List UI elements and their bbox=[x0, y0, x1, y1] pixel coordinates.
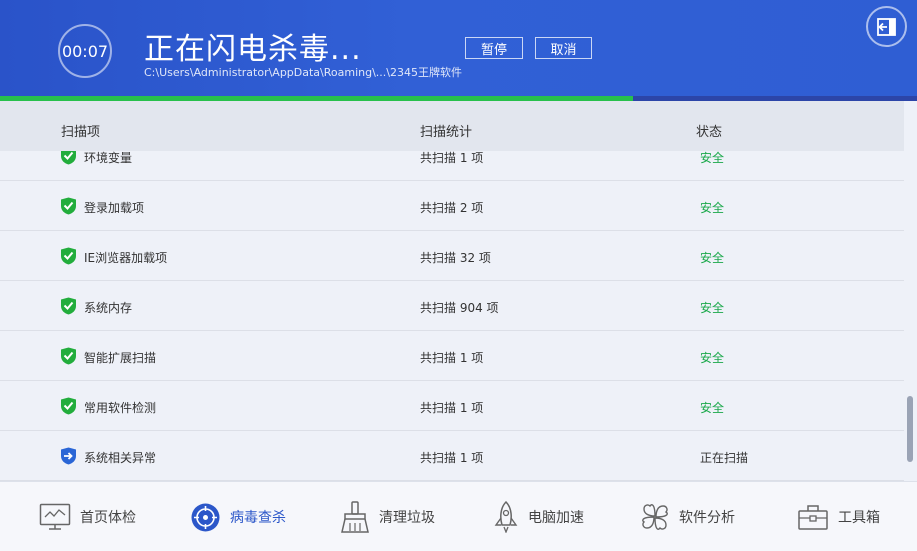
scan-item-name: 登录加载项 bbox=[84, 201, 145, 215]
table-row: IE浏览器加载项 共扫描 32 项 安全 bbox=[0, 231, 904, 281]
scan-header: 00:07 正在闪电杀毒... C:\Users\Administrator\A… bbox=[0, 0, 917, 97]
scan-item-name: IE浏览器加载项 bbox=[84, 251, 168, 265]
clover-icon bbox=[642, 504, 668, 530]
scan-item-status: 安全 bbox=[700, 151, 725, 165]
exit-button[interactable] bbox=[866, 6, 907, 47]
broom-icon bbox=[341, 501, 369, 533]
shield-scan-icon bbox=[61, 447, 76, 465]
table-row: 登录加载项 共扫描 2 项 安全 bbox=[0, 181, 904, 231]
scan-item-name: 环境变量 bbox=[84, 151, 133, 165]
scan-item-name: 系统内存 bbox=[84, 301, 133, 315]
shield-check-icon bbox=[61, 297, 76, 315]
nav-label: 电脑加速 bbox=[528, 510, 584, 526]
scan-item-stats: 共扫描 1 项 bbox=[420, 451, 484, 465]
table-row: 环境变量 共扫描 1 项 安全 bbox=[0, 151, 904, 181]
scan-item-status: 正在扫描 bbox=[700, 451, 749, 465]
scan-item-stats: 共扫描 904 项 bbox=[420, 301, 499, 315]
scan-item-name: 常用软件检测 bbox=[84, 401, 157, 415]
shield-check-icon bbox=[61, 397, 76, 415]
col-header-stats: 扫描统计 bbox=[420, 125, 473, 140]
current-scan-path: C:\Users\Administrator\AppData\Roaming\.… bbox=[144, 66, 462, 79]
scan-item-status: 安全 bbox=[700, 351, 725, 365]
nav-item-home-check[interactable]: 首页体检 bbox=[39, 482, 136, 551]
col-header-status: 状态 bbox=[696, 125, 723, 140]
shield-check-icon bbox=[61, 247, 76, 265]
toolbox-icon bbox=[798, 505, 828, 530]
nav-item-speedup[interactable]: 电脑加速 bbox=[493, 482, 584, 551]
table-row: 智能扩展扫描 共扫描 1 项 安全 bbox=[0, 331, 904, 381]
list-scrollbar[interactable] bbox=[904, 101, 917, 481]
nav-label: 病毒查杀 bbox=[230, 510, 286, 526]
bottom-nav: 首页体检 病毒查杀 清理垃圾 电脑加速 软件分析 工具箱 bbox=[0, 481, 917, 551]
table-row: 系统相关异常 共扫描 1 项 正在扫描 bbox=[0, 431, 904, 481]
nav-label: 软件分析 bbox=[679, 510, 735, 526]
nav-item-clean-junk[interactable]: 清理垃圾 bbox=[340, 482, 435, 551]
shield-check-icon bbox=[61, 151, 76, 165]
scan-item-status: 安全 bbox=[700, 251, 725, 265]
pause-button[interactable]: 暂停 bbox=[465, 37, 523, 59]
exit-icon bbox=[876, 17, 896, 36]
nav-label: 首页体检 bbox=[80, 510, 136, 526]
scan-item-stats: 共扫描 2 项 bbox=[420, 201, 484, 215]
nav-label: 清理垃圾 bbox=[379, 510, 435, 526]
page-title: 正在闪电杀毒... bbox=[144, 32, 362, 67]
nav-label: 工具箱 bbox=[838, 510, 880, 526]
cancel-button[interactable]: 取消 bbox=[535, 37, 592, 59]
table-row: 常用软件检测 共扫描 1 项 安全 bbox=[0, 381, 904, 431]
shield-check-icon bbox=[61, 197, 76, 215]
nav-item-software-analysis[interactable]: 软件分析 bbox=[640, 482, 735, 551]
scan-item-stats: 共扫描 32 项 bbox=[420, 251, 491, 265]
table-header: 扫描项 扫描统计 状态 bbox=[0, 101, 904, 151]
col-header-item: 扫描项 bbox=[61, 125, 101, 140]
target-icon bbox=[191, 503, 220, 531]
shield-check-icon bbox=[61, 347, 76, 365]
scan-item-stats: 共扫描 1 项 bbox=[420, 401, 484, 415]
scan-item-status: 安全 bbox=[700, 401, 725, 415]
table-row: 系统内存 共扫描 904 项 安全 bbox=[0, 281, 904, 331]
scan-item-name: 系统相关异常 bbox=[84, 451, 157, 465]
monitor-icon bbox=[39, 503, 71, 530]
scan-item-list: 环境变量 共扫描 1 项安全 登录加载项 共扫描 2 项安全 IE浏览器加载项 共扫描 3… bbox=[0, 151, 904, 481]
scan-item-name: 智能扩展扫描 bbox=[84, 351, 157, 365]
scan-item-status: 安全 bbox=[700, 201, 725, 215]
nav-item-toolbox[interactable]: 工具箱 bbox=[797, 482, 880, 551]
elapsed-timer: 00:07 bbox=[58, 24, 112, 78]
scan-item-stats: 共扫描 1 项 bbox=[420, 151, 484, 165]
scrollbar-thumb[interactable] bbox=[907, 396, 913, 462]
scan-item-status: 安全 bbox=[700, 301, 725, 315]
rocket-icon bbox=[494, 501, 518, 533]
scan-item-stats: 共扫描 1 项 bbox=[420, 351, 484, 365]
nav-item-virus-scan[interactable]: 病毒查杀 bbox=[190, 482, 286, 551]
